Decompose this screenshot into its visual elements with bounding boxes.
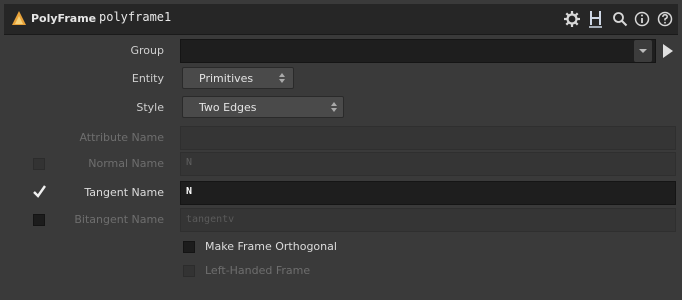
left-handed-label: Left-Handed Frame (205, 264, 311, 277)
checkmark-icon[interactable] (31, 183, 47, 199)
node-type-label: PolyFrame (31, 12, 97, 25)
node-header: PolyFrame polyframe1 (4, 4, 678, 35)
make-orthogonal-checkbox[interactable] (183, 241, 195, 253)
group-dropdown-button[interactable] (634, 40, 652, 62)
tangent-name-value: N (186, 186, 193, 197)
entity-menu[interactable]: Primitives (182, 67, 294, 89)
bitangent-name-value: tangentv (186, 214, 235, 225)
bitangent-name-field: tangentv (180, 208, 676, 232)
up-down-arrows-icon (331, 102, 337, 112)
chevron-down-icon (639, 49, 647, 53)
up-down-arrows-icon (279, 73, 285, 83)
normal-name-field: N (180, 152, 676, 176)
group-field[interactable] (180, 39, 656, 63)
question-icon[interactable] (656, 9, 674, 29)
attribute-name-label: Attribute Name (79, 131, 164, 144)
left-handed-checkbox[interactable] (183, 265, 195, 277)
group-select-button[interactable] (658, 40, 676, 62)
bitangent-name-label: Bitangent Name (74, 213, 164, 226)
entity-label: Entity (131, 72, 164, 85)
attribute-name-field (180, 126, 676, 150)
bitangent-name-toggle[interactable] (33, 214, 45, 226)
node-name-field[interactable]: polyframe1 (99, 10, 171, 24)
normal-name-label: Normal Name (88, 157, 164, 170)
tangent-name-label: Tangent Name (84, 186, 164, 199)
make-orthogonal-label: Make Frame Orthogonal (205, 240, 337, 253)
info-icon[interactable] (633, 9, 651, 29)
polyframe-node-icon (12, 11, 26, 25)
tangent-name-field[interactable]: N (180, 181, 676, 205)
entity-value: Primitives (199, 72, 254, 85)
help-h-icon[interactable] (586, 9, 606, 29)
style-value: Two Edges (199, 101, 257, 114)
gear-icon[interactable] (562, 9, 582, 29)
arrow-cursor-icon (663, 44, 673, 58)
style-menu[interactable]: Two Edges (182, 96, 344, 118)
magnifier-icon[interactable] (611, 9, 629, 29)
style-label: Style (136, 101, 164, 114)
normal-name-value: N (186, 157, 193, 168)
group-label: Group (130, 44, 165, 57)
normal-name-toggle[interactable] (33, 158, 45, 170)
